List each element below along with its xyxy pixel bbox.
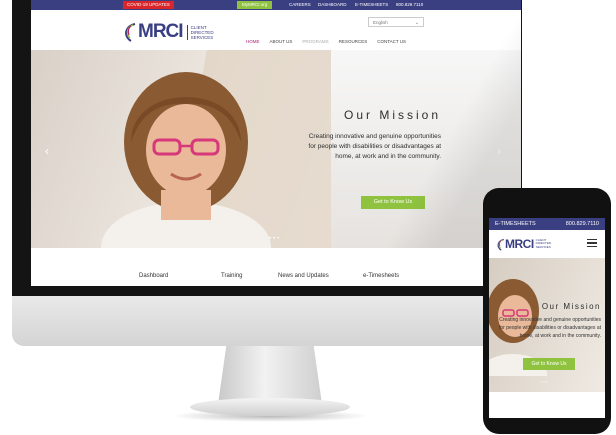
monitor-stand-neck — [218, 346, 322, 404]
desktop-screen: COVID-19 UPDATES MyMRCI.org CAREERS DASH… — [31, 0, 521, 286]
chevron-down-icon: ⌄ — [414, 20, 419, 26]
hero-mission-block: Our Mission Creating innovative and genu… — [301, 108, 441, 162]
nav-contact-us[interactable]: CONTACT US — [377, 39, 406, 44]
mobile-etimesheets-link[interactable]: E-TIMESHEETS — [495, 218, 536, 230]
mobile-topbar: E-TIMESHEETS 800.829.7110 — [489, 218, 605, 230]
quick-link-news[interactable]: News and Updates — [278, 273, 329, 279]
mrci-logo[interactable]: MRCI CLIENT DIRECTED SERVICES — [121, 20, 214, 44]
logo-swoosh-icon — [125, 23, 136, 42]
mymrci-link[interactable]: MyMRCI.org — [237, 1, 273, 9]
logo-swoosh-icon — [497, 238, 504, 251]
get-to-know-us-button[interactable]: Get to Know Us — [361, 196, 425, 209]
hero-person-image — [101, 72, 271, 248]
mobile-logo-text: MRCI — [505, 237, 534, 251]
mobile-hero: Our Mission Creating innovative and genu… — [489, 258, 605, 392]
mobile-bottom — [489, 392, 605, 418]
mobile-slider-dots[interactable]: ••• — [541, 379, 548, 384]
desktop-header: MRCI CLIENT DIRECTED SERVICES English ⌄ … — [31, 10, 521, 50]
hero-slider: ‹ › Our Mission Creating innovative and … — [31, 50, 521, 248]
slider-dots[interactable]: ••• — [269, 236, 281, 242]
nav-resources[interactable]: RESOURCES — [339, 39, 368, 44]
mobile-get-to-know-us-button[interactable]: Get to Know Us — [523, 358, 575, 370]
hamburger-menu-icon[interactable] — [587, 239, 597, 247]
hero-text: Creating innovative and genuine opportun… — [308, 133, 441, 160]
mobile-header: MRCI CLIENT DIRECTED SERVICES — [489, 230, 605, 258]
nav-programs[interactable]: PROGRAMS — [302, 39, 328, 44]
hero-title: Our Mission — [343, 108, 441, 122]
mobile-hero-text: Creating innovative and genuine opportun… — [498, 317, 601, 339]
quick-link-dashboard[interactable]: Dashboard — [139, 273, 168, 279]
chevron-left-icon[interactable]: ‹ — [45, 144, 49, 158]
mobile-phone-number[interactable]: 800.829.7110 — [566, 218, 599, 230]
covid-updates-link[interactable]: COVID-19 UPDATES — [123, 1, 174, 9]
desktop-topbar: COVID-19 UPDATES MyMRCI.org CAREERS DASH… — [31, 0, 521, 10]
logo-text: MRCI — [138, 21, 184, 42]
chevron-right-icon[interactable]: › — [497, 144, 501, 158]
quick-link-training[interactable]: Training — [221, 273, 242, 279]
dashboard-link[interactable]: DASHBOARD — [318, 1, 347, 9]
phone-number[interactable]: 800.829.7110 — [396, 1, 423, 9]
quick-links: Dashboard Training News and Updates e-Ti… — [31, 248, 521, 286]
monitor-stand-base — [190, 398, 350, 416]
mobile-hero-title: Our Mission — [541, 302, 601, 311]
nav-home[interactable]: HOME — [246, 39, 260, 44]
mobile-mrci-logo[interactable]: MRCI CLIENT DIRECTED SERVICES — [495, 237, 551, 251]
careers-link[interactable]: CAREERS — [289, 1, 311, 9]
mobile-screen: E-TIMESHEETS 800.829.7110 MRCI CLIENT DI… — [489, 218, 605, 418]
nav-about-us[interactable]: ABOUT US — [270, 39, 293, 44]
quick-link-etimesheets[interactable]: e-Timesheets — [363, 273, 399, 279]
mobile-phone: E-TIMESHEETS 800.829.7110 MRCI CLIENT DI… — [483, 188, 611, 434]
language-selected: English — [373, 20, 388, 25]
monitor-chin — [12, 296, 522, 346]
etimesheets-link[interactable]: E-TIMESHEETS — [355, 1, 388, 9]
logo-sub-line: SERVICES — [190, 34, 214, 40]
mobile-logo-subtitle: CLIENT DIRECTED SERVICES — [535, 238, 551, 250]
main-nav: HOME ABOUT US PROGRAMS RESOURCES CONTACT… — [246, 39, 416, 44]
logo-sub-line: SERVICES — [535, 244, 551, 249]
language-select[interactable]: English ⌄ — [368, 17, 424, 27]
logo-subtitle: CLIENT DIRECTED SERVICES — [186, 24, 214, 40]
